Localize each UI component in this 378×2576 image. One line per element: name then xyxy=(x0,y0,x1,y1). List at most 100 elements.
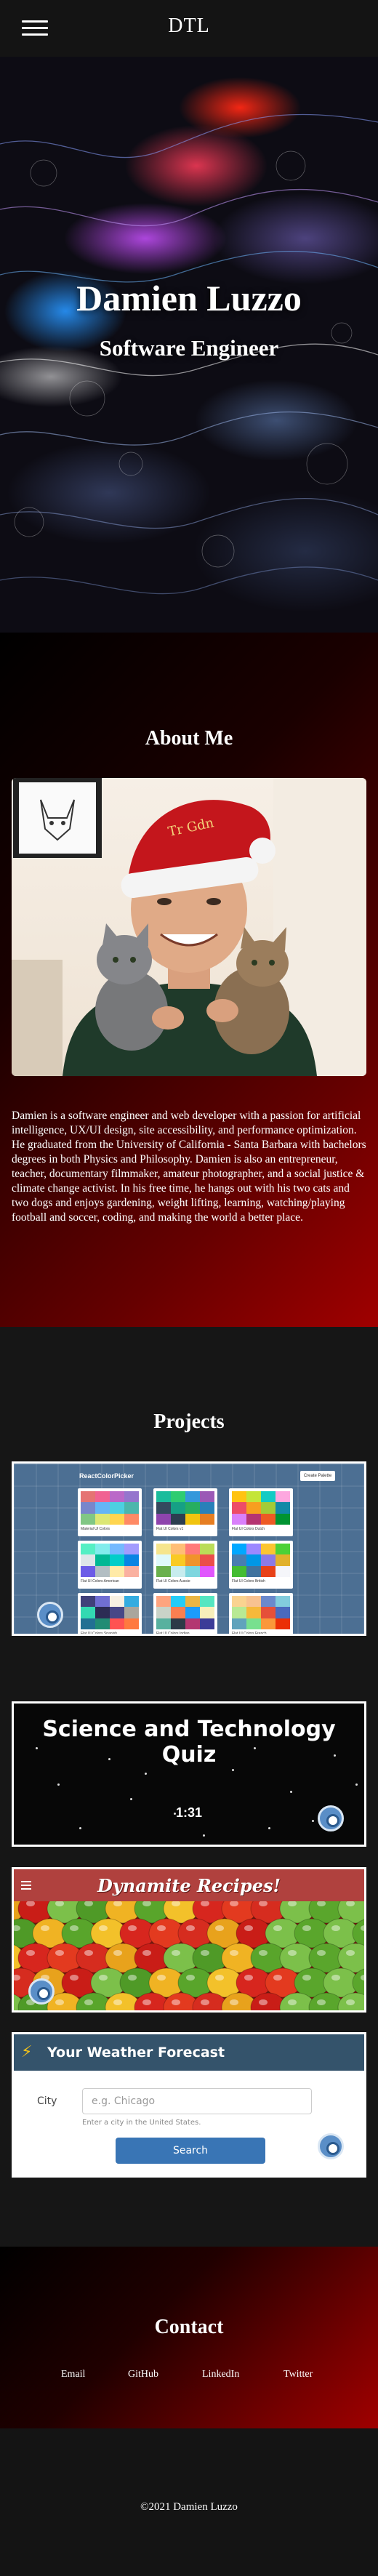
pepper-highlight xyxy=(346,1999,355,2005)
palette-name: Flat UI Colors Indian xyxy=(156,1632,190,1636)
pepper-highlight xyxy=(230,1999,238,2005)
pepper-highlight xyxy=(172,1999,180,2005)
pepper-highlight xyxy=(113,1950,122,1956)
pepper-highlight xyxy=(99,1975,108,1981)
pepper-highlight xyxy=(331,1975,340,1981)
palette-name: Flat UI Colors v1 xyxy=(156,1527,184,1531)
pepper-highlight xyxy=(346,1950,355,1956)
star-dot xyxy=(290,1791,292,1793)
palette-thumbnail: Flat UI Colors British xyxy=(229,1541,293,1589)
pepper-highlight xyxy=(142,1950,151,1956)
hero-banner: Damien Luzzo Software Engineer xyxy=(0,57,378,633)
city-label: City xyxy=(37,2095,57,2107)
pepper-highlight xyxy=(41,1925,49,1931)
palette-thumbnail: Flat UI Colors Indian xyxy=(153,1593,217,1636)
pepper-highlight xyxy=(128,1925,137,1931)
quiz-timer: 1:31 xyxy=(175,1805,203,1820)
project-card-quiz[interactable]: Science and Technology Quiz 1:31 xyxy=(12,1701,366,1847)
pepper-highlight xyxy=(302,1925,311,1931)
pepper-highlight xyxy=(113,1999,122,2005)
weather-title: Your Weather Forecast xyxy=(47,2045,225,2061)
pepper-highlight xyxy=(55,1950,64,1956)
projects-title: Projects xyxy=(153,1411,225,1433)
view-project-icon[interactable] xyxy=(28,1978,55,2005)
weather-header: ⚡ Your Weather Forecast xyxy=(14,2034,364,2071)
hero-name: Damien Luzzo xyxy=(76,278,302,318)
contact-title: Contact xyxy=(154,2316,224,2338)
city-input[interactable] xyxy=(82,2088,312,2114)
quiz-title: Science and Technology Quiz xyxy=(42,1717,336,1768)
pepper-highlight xyxy=(215,1975,224,1981)
pepper-highlight xyxy=(230,1950,238,1956)
pepper-highlight xyxy=(55,1999,64,2005)
project-card-weather[interactable]: ⚡ Your Weather Forecast City Enter a cit… xyxy=(12,2032,366,2178)
pepper-highlight xyxy=(259,1999,268,2005)
rcp-app-title: ReactColorPicker xyxy=(79,1472,134,1480)
brand-logo[interactable]: DTL xyxy=(0,15,378,38)
star-dot xyxy=(203,1834,205,1837)
copyright: ©2021 Damien Luzzo xyxy=(140,2501,238,2513)
palette-thumbnail: Flat UI Colors Spanish xyxy=(78,1593,142,1636)
about-title: About Me xyxy=(145,727,233,750)
palette-name: Flat UI Colors French xyxy=(232,1632,267,1636)
pepper-highlight xyxy=(244,1975,253,1981)
palette-thumbnail: Flat UI Colors American xyxy=(78,1541,142,1589)
palette-name: Flat UI Colors American xyxy=(81,1579,119,1584)
pepper-highlight xyxy=(259,1950,268,1956)
pepper-highlight xyxy=(99,1925,108,1931)
star-dot xyxy=(57,1783,60,1786)
pepper-highlight xyxy=(201,1950,209,1956)
pepper-highlight xyxy=(172,1950,180,1956)
palette-thumbnail: Flat UI Colors v1 xyxy=(153,1488,217,1536)
hero-role: Software Engineer xyxy=(99,335,279,361)
pepper-highlight xyxy=(186,1925,195,1931)
project-card-recipes[interactable]: Dynamite Recipes! xyxy=(12,1867,366,2013)
pepper-highlight xyxy=(244,1925,253,1931)
view-project-icon[interactable] xyxy=(318,2133,344,2159)
pepper-highlight xyxy=(84,1950,93,1956)
recipe-header: Dynamite Recipes! xyxy=(14,1869,364,1901)
about-bio: Damien is a software engineer and web de… xyxy=(12,1110,366,1224)
contact-link-twitter[interactable]: Twitter xyxy=(284,2369,313,2380)
contact-link-github[interactable]: GitHub xyxy=(128,2369,158,2380)
palette-thumbnail: Flat UI Colors Dutch xyxy=(229,1488,293,1536)
palette-thumbnail: Flat UI Colors French xyxy=(229,1593,293,1636)
projects-section: Projects ReactColorPicker Create Palette… xyxy=(0,1327,378,2247)
pepper-highlight xyxy=(273,1975,282,1981)
view-project-icon[interactable] xyxy=(37,1602,63,1628)
palette-thumbnail: Material UI Colors xyxy=(78,1488,142,1536)
pepper-highlight xyxy=(201,1999,209,2005)
pepper-highlight xyxy=(84,1999,93,2005)
profile-photo: Tr Gdn xyxy=(12,778,366,1076)
star-dot xyxy=(145,1773,147,1775)
pepper-highlight xyxy=(186,1975,195,1981)
navbar: DTL xyxy=(0,0,378,57)
star-dot xyxy=(268,1827,270,1829)
city-help-text: Enter a city in the United States. xyxy=(82,2119,201,2127)
palette-name: Flat UI Colors Aussie xyxy=(156,1579,190,1584)
pepper-highlight xyxy=(288,1999,297,2005)
star-dot xyxy=(355,1783,358,1786)
about-section: About Me Tr Gdn Damien is a software eng… xyxy=(0,633,378,1327)
search-button[interactable]: Search xyxy=(116,2138,265,2164)
palette-name: Flat UI Colors Dutch xyxy=(232,1527,265,1531)
pepper-highlight xyxy=(273,1925,282,1931)
palette-name: Flat UI Colors Spanish xyxy=(81,1632,118,1636)
pepper-highlight xyxy=(70,1975,79,1981)
pepper-highlight xyxy=(157,1925,166,1931)
pepper-highlight xyxy=(26,1950,35,1956)
contact-link-email[interactable]: Email xyxy=(61,2369,85,2380)
palette-thumbnail: Flat UI Colors Aussie xyxy=(153,1541,217,1589)
pepper-highlight xyxy=(317,1950,326,1956)
project-card-react-color-picker[interactable]: ReactColorPicker Create Palette Material… xyxy=(12,1461,366,1636)
view-project-icon[interactable] xyxy=(318,1805,344,1831)
pepper-highlight xyxy=(288,1950,297,1956)
contact-link-linkedin[interactable]: LinkedIn xyxy=(202,2369,239,2380)
rcp-create-palette-button: Create Palette xyxy=(300,1471,335,1481)
pepper-highlight xyxy=(70,1925,79,1931)
pepper-highlight xyxy=(128,1975,137,1981)
lightning-icon: ⚡ xyxy=(21,2043,33,2061)
contact-links: Email GitHub LinkedIn Twitter xyxy=(0,2369,378,2383)
pepper-highlight xyxy=(317,1999,326,2005)
footer: ©2021 Damien Luzzo xyxy=(0,2428,378,2576)
